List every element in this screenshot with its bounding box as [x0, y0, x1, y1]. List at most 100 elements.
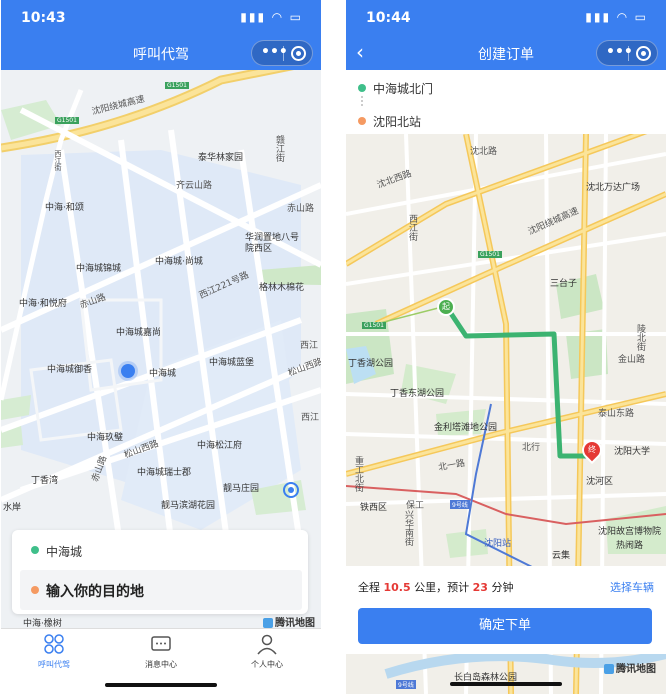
- highway-shield: G1501: [362, 322, 386, 329]
- battery-icon: ▭: [634, 10, 648, 24]
- close-miniprogram-icon[interactable]: [636, 46, 651, 61]
- tab-bar: 呼叫代驾 消息中心 个人中心: [1, 628, 321, 694]
- tab-call-driver[interactable]: 呼叫代驾: [1, 633, 107, 670]
- address-card: 中海城 输入你的目的地: [12, 530, 308, 614]
- home-indicator: [450, 682, 562, 686]
- signal-icon: ▮▮▮: [585, 10, 612, 24]
- map-label: 泰山东路: [598, 409, 635, 419]
- map-label: 云集: [552, 551, 571, 561]
- summary-min-text: 分钟: [491, 581, 514, 594]
- select-vehicle-link[interactable]: 选择车辆: [610, 579, 654, 595]
- origin-dot-icon: [31, 546, 39, 554]
- capsule-divider: [628, 46, 629, 61]
- map-label: 中海城御香: [47, 365, 93, 375]
- map-label: 中海·和悦府: [19, 299, 67, 309]
- start-marker-label: 起: [442, 302, 450, 311]
- signal-icon: ▮▮▮: [240, 10, 267, 24]
- trip-distance: 10.5: [383, 581, 411, 594]
- miniprogram-capsule: •••: [596, 40, 658, 66]
- current-location-marker: [121, 364, 135, 378]
- status-icons: ▮▮▮ ◠ ▭: [585, 10, 648, 24]
- origin-dot-icon: [358, 84, 366, 92]
- map-label: 中海城·尚城: [155, 257, 203, 267]
- wifi-icon: ◠: [272, 10, 284, 24]
- summary-prefix: 全程: [358, 581, 380, 594]
- map-label: 丁香湾: [31, 476, 59, 486]
- trip-duration: 23: [472, 581, 488, 594]
- map-label: 中海城瑞士郡: [137, 468, 192, 478]
- person-icon: [257, 634, 277, 655]
- route-address-panel: 中海城北门 沈阳北站: [346, 70, 666, 134]
- confirm-order-button[interactable]: 确定下单: [358, 608, 652, 644]
- nav-bar: 呼叫代驾 •••: [1, 36, 321, 70]
- miniprogram-capsule: •••: [251, 40, 313, 66]
- summary-km-text: 公里，预计: [414, 581, 470, 594]
- map-label: 重工北街: [353, 456, 363, 492]
- map-label: 赤山路: [287, 204, 315, 214]
- tab-label: 呼叫代驾: [38, 660, 70, 669]
- map-label: 中海玖璧: [87, 433, 124, 443]
- map-label: 中海城锦城: [76, 264, 122, 274]
- status-icons: ▮▮▮ ◠ ▭: [240, 10, 303, 24]
- origin-row[interactable]: 中海城北门: [346, 70, 666, 102]
- capsule-divider: [283, 46, 284, 61]
- destination-dot-icon: [358, 117, 366, 125]
- map-label: 中海城蓝堡: [209, 358, 255, 368]
- locate-me-icon[interactable]: [283, 482, 299, 498]
- tab-label: 个人中心: [251, 660, 283, 669]
- map-label: 靓马滨湖花园: [161, 501, 216, 511]
- destination-input[interactable]: 输入你的目的地: [20, 570, 302, 610]
- map-label: 格林木棉花: [259, 283, 305, 293]
- map-label: 三台子: [550, 279, 578, 289]
- map-label: 沈阳站: [484, 539, 512, 549]
- map-label: 中海城嘉尚: [116, 328, 162, 338]
- tencent-map-logo-icon: [263, 618, 273, 628]
- map-label: 西江街: [54, 150, 62, 171]
- map-label: 沈河区: [586, 477, 614, 487]
- map-label: 沈北路: [470, 147, 498, 157]
- map-label: 西江: [300, 341, 319, 351]
- order-summary-card: 全程 10.5 公里，预计 23 分钟 选择车辆 确定下单: [346, 566, 666, 654]
- nav-bar: ‹ 创建订单 •••: [346, 36, 666, 70]
- status-time: 10:43: [21, 10, 66, 26]
- map-label: 丁香东湖公园: [390, 389, 445, 399]
- destination-placeholder: 输入你的目的地: [46, 584, 144, 600]
- map-label: 金山路: [618, 355, 646, 365]
- map-label: 兴华南街: [403, 510, 413, 546]
- map-label: 中海·橡树: [23, 619, 62, 628]
- tab-messages[interactable]: 消息中心: [108, 633, 214, 670]
- map-label: 沈阳大学: [614, 447, 651, 457]
- status-bar: 10:44 ▮▮▮ ◠ ▭: [346, 0, 666, 36]
- map-label: 中海·和颂: [45, 203, 84, 213]
- map-label: 中海松江府: [197, 441, 243, 451]
- map-label: 金利塔滩地公园: [434, 423, 498, 433]
- status-time: 10:44: [366, 10, 411, 26]
- map-label: 靓马庄园: [223, 484, 260, 494]
- origin-row[interactable]: 中海城: [12, 530, 308, 566]
- map-label: 齐云山路: [176, 181, 213, 191]
- battery-icon: ▭: [289, 10, 303, 24]
- destination-dot-icon: [31, 586, 39, 594]
- map-label: 泰华林家园: [198, 153, 244, 163]
- create-order-screen: 10:44 ▮▮▮ ◠ ▭ ‹ 创建订单 ••• 中海城北门 沈阳北站 沈北路 …: [346, 0, 666, 694]
- highway-shield: G1501: [55, 117, 79, 124]
- highway-shield: G1501: [165, 82, 189, 89]
- map-label: 水岸: [3, 503, 22, 513]
- map-label: 西江街: [407, 214, 417, 241]
- highway-shield: G1501: [478, 251, 502, 258]
- trip-summary: 全程 10.5 公里，预计 23 分钟: [358, 579, 513, 595]
- start-marker: 起: [437, 298, 455, 316]
- close-miniprogram-icon[interactable]: [291, 46, 306, 61]
- tab-label: 消息中心: [145, 660, 177, 669]
- map-label: 西江: [301, 413, 320, 423]
- tab-profile[interactable]: 个人中心: [214, 633, 320, 670]
- map-label: 陵北街: [635, 324, 645, 351]
- map-label: 赣江街: [274, 135, 284, 162]
- map-label: 北行: [522, 443, 541, 453]
- grid-icon: [44, 634, 64, 654]
- map-label: 铁西区: [360, 503, 388, 513]
- map-label: 华润置地八号院西区: [245, 233, 300, 254]
- destination-row[interactable]: 沈阳北站: [346, 104, 666, 134]
- message-icon: [151, 636, 171, 651]
- order-summary-panel: 全程 10.5 公里，预计 23 分钟 选择车辆 确定下单: [346, 566, 666, 694]
